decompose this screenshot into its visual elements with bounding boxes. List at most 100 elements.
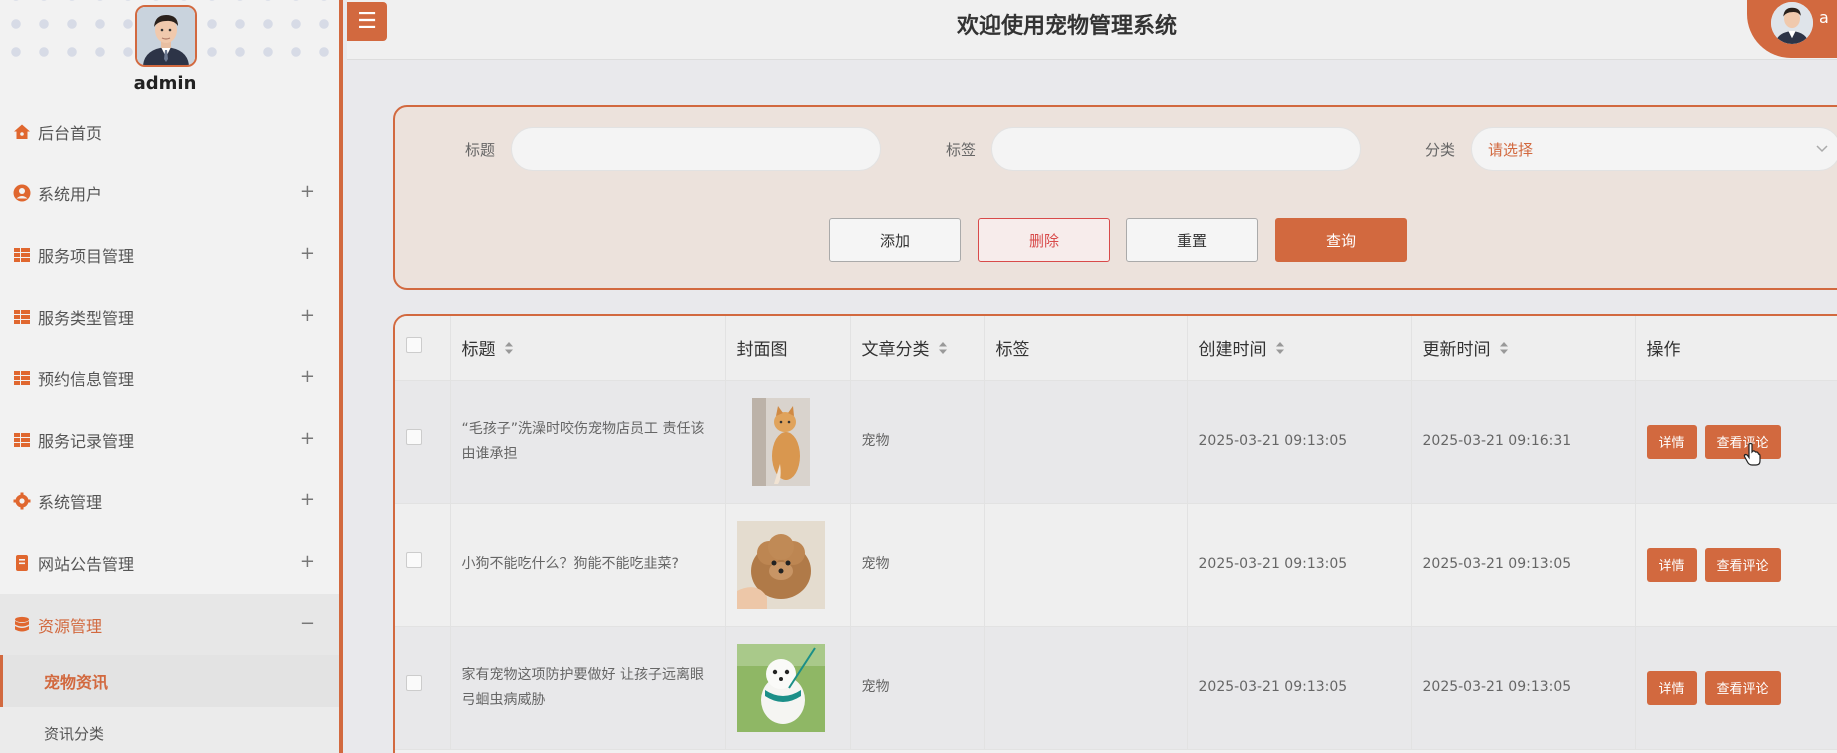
sort-icon[interactable] (1499, 340, 1509, 360)
row-checkbox[interactable] (406, 552, 422, 568)
expand-icon[interactable]: + (300, 366, 315, 387)
table-row: 家有宠物这项防护要做好 让孩子远离眼弓蛔虫病威胁 宠物 2025-03-21 0… (395, 626, 1837, 750)
expand-icon[interactable]: + (300, 243, 315, 264)
title-cell: “毛孩子”洗澡时咬伤宠物店员工 责任该由谁承担 (450, 380, 726, 504)
query-button[interactable]: 查询 (1275, 218, 1407, 262)
updated-cell: 2025-03-21 09:16:31 (1411, 380, 1636, 504)
sidebar-item-resources[interactable]: 资源管理 − (0, 593, 339, 656)
sidebar-item-system-management[interactable]: 系统管理 + (0, 471, 339, 533)
table-row: 小狗不能吃什么？狗能不能吃韭菜? 宠物 2025-03-21 09:13:05 … (395, 503, 1837, 627)
avatar-image (1771, 2, 1813, 44)
created-cell: 2025-03-21 09:13:05 (1187, 380, 1412, 504)
sidebar-item-label: 网站公告管理 (38, 554, 135, 574)
row-checkbox[interactable] (406, 429, 422, 445)
sort-icon[interactable] (1275, 340, 1285, 360)
expand-icon[interactable]: + (300, 489, 315, 510)
title-cell: 小狗不能吃什么？狗能不能吃韭菜? (450, 503, 726, 627)
sidebar-item-system-users[interactable]: 系统用户 + (0, 163, 339, 225)
column-header-tags: 标签 (984, 316, 1188, 381)
collapse-icon[interactable]: − (300, 612, 315, 633)
articles-table: 标题 封面图 文章分类 标签 创建时间 更新时间 操作 “毛孩子”洗澡时咬伤宠物… (395, 316, 1837, 750)
view-comments-button[interactable]: 查看评论 (1704, 547, 1781, 582)
delete-button[interactable]: 删除 (978, 218, 1110, 262)
actions-cell: 详情 查看评论 (1635, 503, 1837, 627)
sort-icon[interactable] (504, 340, 514, 360)
sidebar-item-announcements[interactable]: 网站公告管理 + (0, 532, 339, 594)
category-select[interactable]: 请选择 (1471, 127, 1837, 171)
sidebar-item-label: 系统管理 (38, 493, 103, 513)
expand-icon[interactable]: + (300, 181, 315, 202)
database-icon (13, 616, 31, 634)
view-comments-button[interactable]: 查看评论 (1704, 670, 1781, 705)
title-filter-label: 标题 (465, 141, 496, 159)
column-tags-label: 标签 (995, 340, 1030, 361)
avatar-image (137, 7, 195, 65)
table-row: “毛孩子”洗澡时咬伤宠物店员工 责任该由谁承担 宠物 2025-03-21 09… (395, 380, 1837, 504)
row-checkbox[interactable] (406, 675, 422, 691)
avatar[interactable] (1771, 2, 1813, 44)
column-header-cover: 封面图 (725, 316, 851, 381)
column-title-label: 标题 (461, 340, 496, 361)
row-select-cell (395, 503, 451, 627)
actions-cell: 详情 查看评论 (1635, 380, 1837, 504)
actions-cell: 详情 查看评论 (1635, 626, 1837, 750)
select-all-checkbox[interactable] (406, 337, 422, 354)
sidebar-item-label: 资源管理 (38, 616, 103, 636)
column-header-created[interactable]: 创建时间 (1187, 316, 1412, 381)
column-header-updated[interactable]: 更新时间 (1411, 316, 1636, 381)
sidebar-item-service-types[interactable]: 服务类型管理 + (0, 286, 339, 348)
grid-icon (13, 431, 31, 449)
expand-icon[interactable]: + (300, 551, 315, 572)
sidebar-subitem-news-category[interactable]: 资讯分类 (0, 707, 339, 753)
admin-username: admin (133, 73, 197, 94)
updated-cell: 2025-03-21 09:13:05 (1411, 503, 1636, 627)
cat-thumbnail[interactable] (751, 397, 810, 486)
user-menu[interactable]: a (1747, 0, 1837, 58)
category-filter-label: 分类 (1425, 141, 1456, 159)
reset-button[interactable]: 重置 (1126, 218, 1258, 262)
document-icon (13, 554, 31, 572)
column-cover-label: 封面图 (736, 340, 788, 361)
row-select-cell (395, 380, 451, 504)
white-dog-thumbnail[interactable] (736, 643, 825, 732)
tags-cell (984, 626, 1188, 750)
add-button[interactable]: 添加 (829, 218, 961, 262)
sidebar-item-appointments[interactable]: 预约信息管理 + (0, 347, 339, 409)
sidebar: admin 后台首页 系统用户 + 服务项目管理 + 服务类型管理 + 预约信息… (0, 0, 343, 753)
detail-button[interactable]: 详情 (1646, 424, 1697, 459)
sidebar-item-service-records[interactable]: 服务记录管理 + (0, 409, 339, 471)
expand-icon[interactable]: + (300, 428, 315, 449)
search-panel: 标题 标签 分类 请选择 添加 删除 重置 查询 (393, 105, 1837, 290)
column-header-title[interactable]: 标题 (450, 316, 726, 381)
sidebar-item-label: 系统用户 (38, 185, 103, 205)
sidebar-item-label: 服务记录管理 (38, 431, 135, 451)
gear-icon (13, 492, 31, 510)
tag-filter-input[interactable] (991, 127, 1361, 171)
select-all-cell (395, 316, 451, 381)
avatar[interactable] (135, 5, 197, 67)
expand-icon[interactable]: + (300, 304, 315, 325)
sidebar-item-dashboard[interactable]: 后台首页 (0, 101, 339, 163)
category-cell: 宠物 (850, 626, 985, 750)
hand-cursor-icon (1743, 442, 1761, 466)
sidebar-subitem-pet-news[interactable]: 宠物资讯 (0, 655, 339, 708)
tag-filter-label: 标签 (946, 141, 977, 159)
created-cell: 2025-03-21 09:13:05 (1187, 626, 1412, 750)
column-category-label: 文章分类 (861, 340, 930, 361)
category-cell: 宠物 (850, 503, 985, 627)
user-icon (13, 184, 31, 202)
column-header-category[interactable]: 文章分类 (850, 316, 985, 381)
detail-button[interactable]: 详情 (1646, 670, 1697, 705)
title-filter-input[interactable] (511, 127, 881, 171)
page-title: 欢迎使用宠物管理系统 (956, 14, 1177, 39)
sidebar-menu: 后台首页 系统用户 + 服务项目管理 + 服务类型管理 + 预约信息管理 + 服… (0, 101, 339, 753)
column-updated-label: 更新时间 (1422, 340, 1491, 361)
column-header-actions: 操作 (1635, 316, 1837, 381)
detail-button[interactable]: 详情 (1646, 547, 1697, 582)
sort-icon[interactable] (938, 340, 948, 360)
cover-cell (725, 626, 851, 750)
poodle-thumbnail[interactable] (736, 520, 825, 609)
header-username: a (1819, 8, 1829, 27)
sidebar-item-service-projects[interactable]: 服务项目管理 + (0, 224, 339, 286)
top-header: ☰ 欢迎使用宠物管理系统 a (347, 0, 1837, 60)
